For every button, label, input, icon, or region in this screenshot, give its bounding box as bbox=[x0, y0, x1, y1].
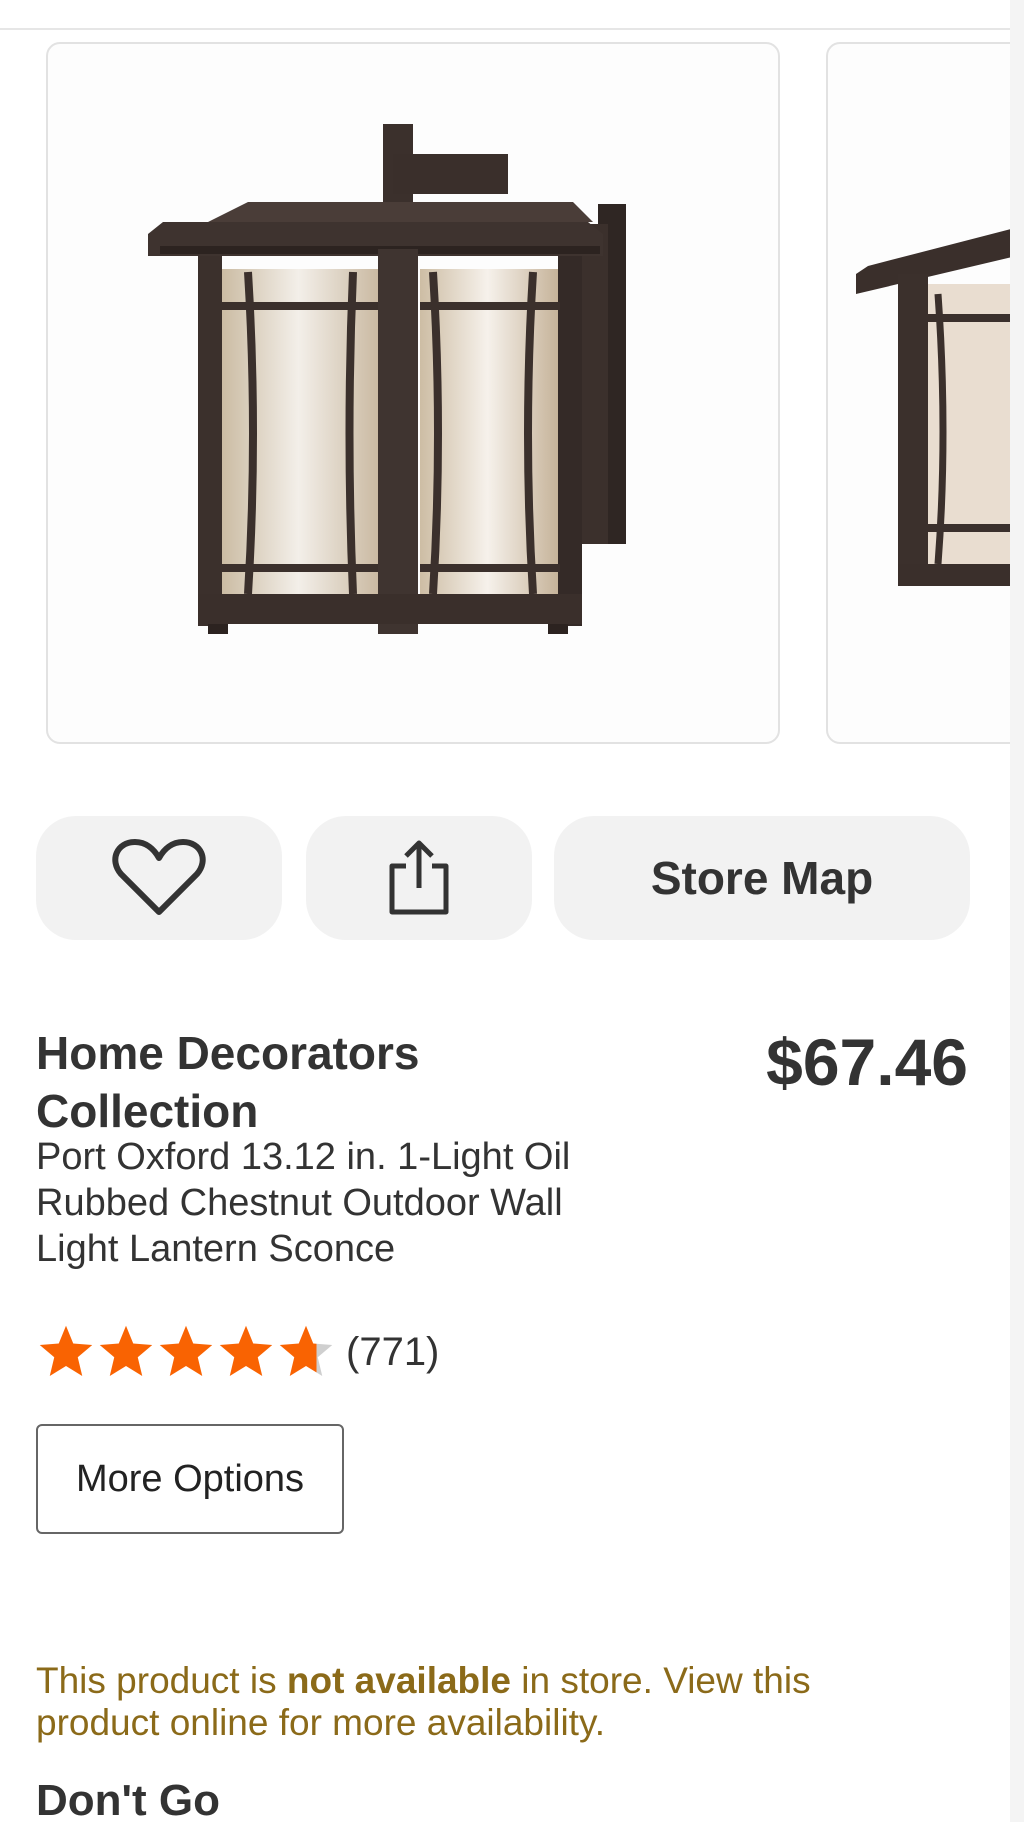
star-icon bbox=[159, 1325, 213, 1376]
product-price: $67.46 bbox=[766, 1025, 968, 1099]
more-options-button[interactable]: More Options bbox=[36, 1424, 344, 1534]
lantern-image bbox=[148, 124, 626, 634]
product-brand: Home Decorators Collection bbox=[36, 1027, 420, 1137]
share-button[interactable] bbox=[306, 816, 532, 940]
star-icon bbox=[279, 1325, 333, 1376]
star-icon bbox=[39, 1325, 93, 1376]
product-image-main[interactable] bbox=[46, 42, 780, 744]
availability-prefix: This product is bbox=[36, 1660, 287, 1701]
top-divider bbox=[0, 28, 1010, 30]
availability-emphasis: not available bbox=[286, 1660, 512, 1701]
scroll-edge bbox=[1010, 0, 1024, 1822]
product-title[interactable]: Port Oxford 13.12 in. 1-Light Oil Rubbed… bbox=[36, 1134, 636, 1272]
store-map-label: Store Map bbox=[650, 852, 874, 904]
action-row: Store Map bbox=[36, 816, 976, 940]
availability-message: This product is not available in store. … bbox=[36, 1660, 936, 1744]
share-icon bbox=[389, 840, 449, 915]
rating[interactable]: (771) bbox=[36, 1320, 439, 1384]
heart-icon bbox=[112, 839, 206, 915]
star-icon bbox=[219, 1325, 273, 1376]
product-image-carousel[interactable] bbox=[0, 42, 1010, 748]
next-section-heading: Don't Go bbox=[36, 1776, 220, 1825]
store-map-button[interactable]: Store Map bbox=[554, 816, 970, 940]
product-image-next[interactable] bbox=[826, 42, 1010, 744]
star-rating bbox=[36, 1322, 336, 1382]
star-icon bbox=[99, 1325, 153, 1376]
lantern-image-partial bbox=[856, 229, 1010, 586]
favorite-button[interactable] bbox=[36, 816, 282, 940]
review-count[interactable]: (771) bbox=[346, 1330, 439, 1375]
